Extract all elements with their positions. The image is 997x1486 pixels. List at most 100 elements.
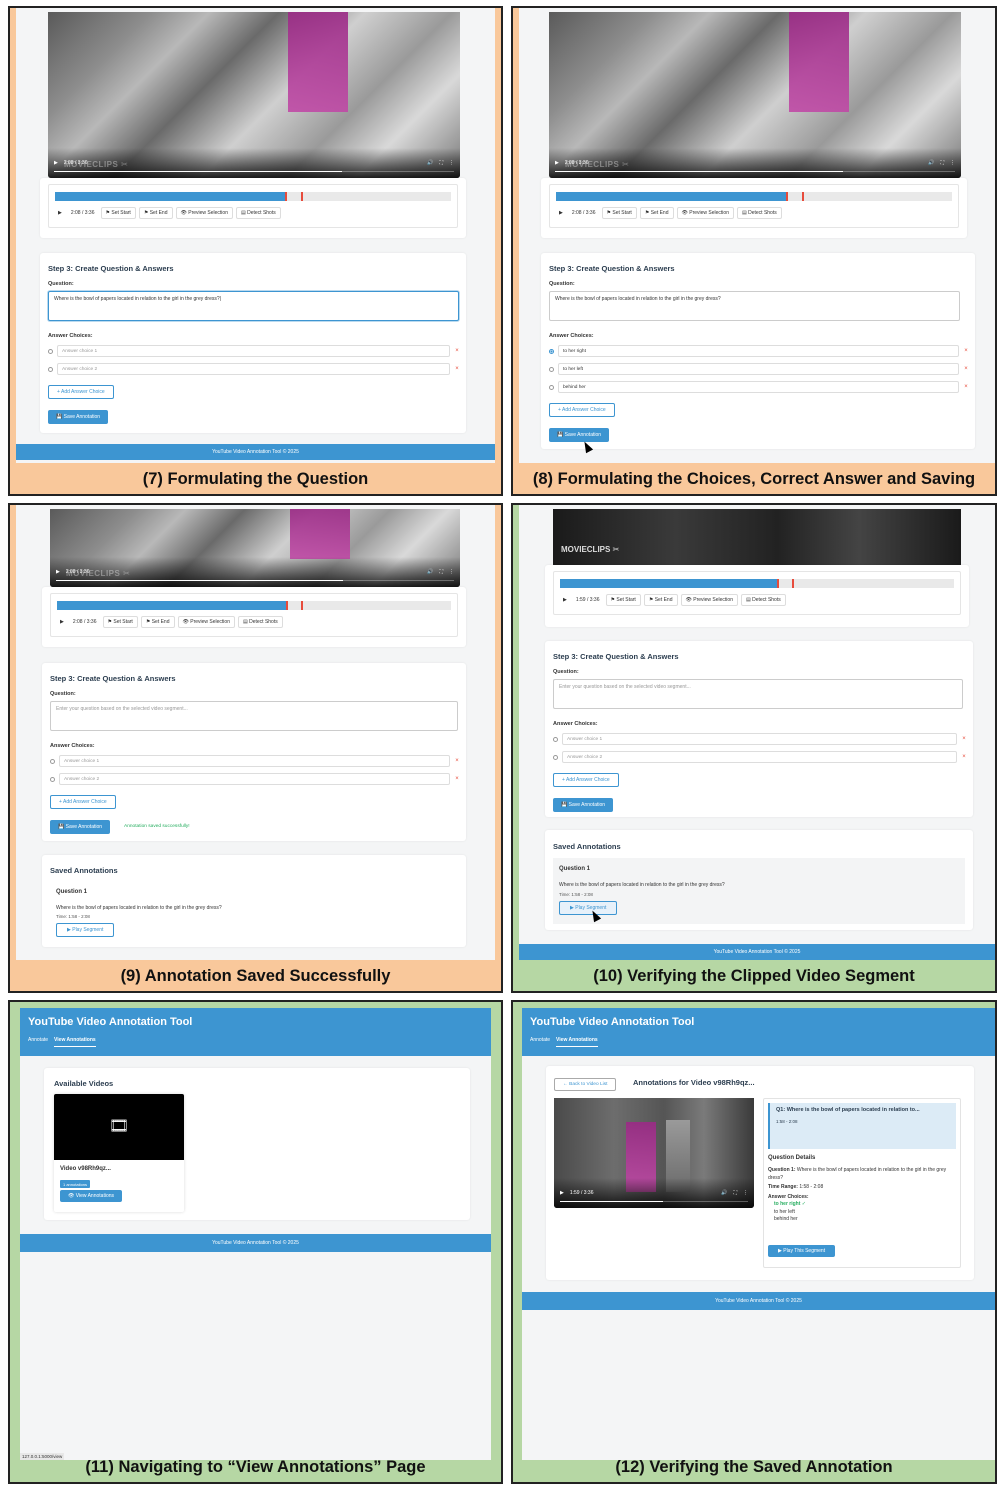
add-answer-button[interactable]: + Add Answer Choice [549, 403, 615, 417]
play-icon[interactable]: ▶ [55, 210, 65, 216]
video-player[interactable]: MOVIECLIPS ✂ ▶ 2:08 / 3:36 🔊 ⛶ ⋮ [549, 12, 961, 178]
preview-selection-button[interactable]: 👁 Preview Selection [177, 616, 235, 628]
nav-annotate[interactable]: Annotate [530, 1037, 550, 1047]
choice-input[interactable]: Answer choice 2 [59, 773, 450, 785]
play-icon[interactable]: ▶ [54, 160, 58, 166]
nav-annotate[interactable]: Annotate [28, 1037, 48, 1047]
preview-selection-button[interactable]: 👁 Preview Selection [676, 207, 734, 219]
play-icon[interactable]: ▶ [57, 619, 67, 625]
play-this-segment-button[interactable]: ▶ Play This Segment [768, 1245, 836, 1257]
question-card[interactable]: Q1: Where is the bowl of papers located … [768, 1103, 956, 1149]
video-player[interactable]: MOVIECLIPS ✂ [553, 509, 961, 567]
detect-shots-button[interactable]: ▤ Detect Shots [740, 594, 786, 606]
video-player[interactable]: MOVIECLIPS ✂ ▶ 2:08 / 3:36 🔊 ⛶ ⋮ [48, 12, 460, 178]
add-answer-button[interactable]: + Add Answer Choice [553, 773, 619, 787]
video-player[interactable]: MOVIECLIPS ✂ ▶ 2:08 / 3:36 🔊 ⛶ ⋮ [50, 509, 460, 587]
detect-shots-button[interactable]: ▤ Detect Shots [237, 616, 283, 628]
question-input[interactable]: Where is the bowl of papers located in r… [549, 291, 960, 321]
timeline-track[interactable] [560, 579, 954, 588]
step-title: Step 3: Create Question & Answers [549, 264, 675, 273]
volume-icon[interactable]: 🔊 [928, 160, 934, 166]
play-icon[interactable]: ▶ [555, 160, 559, 166]
play-icon[interactable]: ▶ [556, 210, 566, 216]
choice-row: Answer choice 2 × [553, 751, 967, 763]
set-start-button[interactable]: ⚑ Set Start [100, 207, 136, 219]
volume-icon[interactable]: 🔊 [721, 1190, 727, 1196]
timeline-track[interactable] [556, 192, 952, 201]
delete-choice-icon[interactable]: × [963, 348, 969, 354]
delete-choice-icon[interactable]: × [454, 776, 460, 782]
more-icon[interactable]: ⋮ [950, 160, 955, 166]
set-end-button[interactable]: ⚑ Set End [643, 594, 678, 606]
video-progress[interactable] [555, 170, 955, 172]
video-progress[interactable] [56, 579, 454, 581]
choice-input[interactable]: Answer choice 1 [562, 733, 957, 745]
delete-choice-icon[interactable]: × [454, 366, 460, 372]
choice-radio[interactable] [553, 754, 558, 760]
play-segment-button[interactable]: ▶ Play Segment [56, 923, 115, 937]
set-end-button[interactable]: ⚑ Set End [138, 207, 173, 219]
fullscreen-icon[interactable]: ⛶ [439, 569, 443, 575]
add-answer-button[interactable]: + Add Answer Choice [48, 385, 114, 399]
delete-choice-icon[interactable]: × [454, 758, 460, 764]
more-icon[interactable]: ⋮ [449, 160, 454, 166]
nav-view-annotations[interactable]: View Annotations [556, 1037, 598, 1047]
choice-radio[interactable] [549, 384, 554, 390]
save-annotation-button[interactable]: 💾 Save Annotation [549, 428, 610, 442]
choice-radio[interactable] [50, 776, 55, 782]
video-card[interactable]: 🎞 Video v98Rh9qz... 1 annotations 👁 View… [54, 1094, 184, 1212]
detect-shots-button[interactable]: ▤ Detect Shots [736, 207, 782, 219]
choice-radio[interactable] [48, 348, 53, 354]
volume-icon[interactable]: 🔊 [427, 160, 433, 166]
choice-radio[interactable] [48, 366, 53, 372]
question-input[interactable]: Enter your question based on the selecte… [553, 679, 963, 709]
save-annotation-button[interactable]: 💾 Save Annotation [50, 820, 111, 834]
set-start-button[interactable]: ⚑ Set Start [102, 616, 138, 628]
set-end-button[interactable]: ⚑ Set End [639, 207, 674, 219]
play-icon[interactable]: ▶ [560, 597, 570, 603]
save-annotation-button[interactable]: 💾 Save Annotation [553, 798, 614, 812]
timeline-track[interactable] [57, 601, 451, 610]
delete-choice-icon[interactable]: × [961, 736, 967, 742]
delete-choice-icon[interactable]: × [963, 366, 969, 372]
choice-input[interactable]: to her right [558, 345, 959, 357]
save-annotation-button[interactable]: 💾 Save Annotation [48, 410, 109, 424]
question-input[interactable]: Where is the bowl of papers located in r… [48, 291, 459, 321]
preview-selection-button[interactable]: 👁 Preview Selection [175, 207, 233, 219]
delete-choice-icon[interactable]: × [963, 384, 969, 390]
preview-selection-button[interactable]: 👁 Preview Selection [680, 594, 738, 606]
choice-radio-selected[interactable] [549, 348, 554, 354]
fullscreen-icon[interactable]: ⛶ [940, 160, 944, 166]
volume-icon[interactable]: 🔊 [427, 569, 433, 575]
video-progress[interactable] [54, 170, 454, 172]
choice-radio[interactable] [549, 366, 554, 372]
set-start-button[interactable]: ⚑ Set Start [605, 594, 641, 606]
timeline-track[interactable] [55, 192, 451, 201]
fullscreen-icon[interactable]: ⛶ [733, 1190, 737, 1196]
video-player[interactable]: ▶ 1:59 / 3:36 🔊 ⛶ ⋮ [554, 1098, 754, 1208]
more-icon[interactable]: ⋮ [743, 1190, 748, 1196]
question-input[interactable]: Enter your question based on the selecte… [50, 701, 458, 731]
set-end-button[interactable]: ⚑ Set End [140, 616, 175, 628]
nav-view-annotations[interactable]: View Annotations [54, 1037, 96, 1047]
play-icon[interactable]: ▶ [560, 1190, 564, 1196]
delete-choice-icon[interactable]: × [454, 348, 460, 354]
back-to-list-button[interactable]: ← Back to Video List [554, 1078, 617, 1091]
choice-input[interactable]: to her left [558, 363, 959, 375]
fullscreen-icon[interactable]: ⛶ [439, 160, 443, 166]
delete-choice-icon[interactable]: × [961, 754, 967, 760]
set-start-button[interactable]: ⚑ Set Start [601, 207, 637, 219]
video-progress[interactable] [560, 1200, 748, 1202]
choice-input[interactable]: behind her [558, 381, 959, 393]
choice-input[interactable]: Answer choice 2 [562, 751, 957, 763]
choice-input[interactable]: Answer choice 2 [57, 363, 450, 375]
choice-input[interactable]: Answer choice 1 [57, 345, 450, 357]
choice-radio[interactable] [50, 758, 55, 764]
choice-radio[interactable] [553, 736, 558, 742]
more-icon[interactable]: ⋮ [449, 569, 454, 575]
view-annotations-button[interactable]: 👁 View Annotations [60, 1190, 123, 1202]
detect-shots-button[interactable]: ▤ Detect Shots [235, 207, 281, 219]
add-answer-button[interactable]: + Add Answer Choice [50, 795, 116, 809]
play-icon[interactable]: ▶ [56, 569, 60, 575]
choice-input[interactable]: Answer choice 1 [59, 755, 450, 767]
